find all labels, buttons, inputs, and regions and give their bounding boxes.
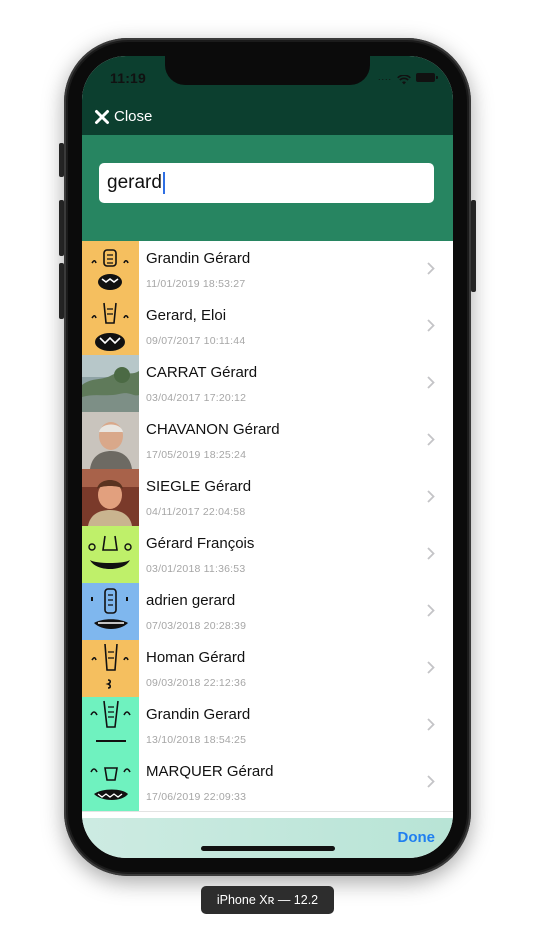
home-indicator: [201, 846, 335, 851]
row-date: 11/01/2019 18:53:27: [146, 278, 246, 290]
row-name: Gérard François: [146, 535, 255, 552]
avatar-image: [82, 697, 139, 754]
close-label: Close: [114, 108, 153, 125]
notch: [165, 56, 370, 85]
phone-screen: 11:19 .... Close gerard Grandin Gérard 1…: [82, 56, 453, 858]
row-name: CARRAT Gérard: [146, 364, 258, 381]
row-date: 07/03/2018 20:28:39: [146, 620, 247, 632]
search-area: gerard: [82, 135, 453, 241]
row-date: 13/10/2018 18:54:25: [146, 734, 247, 746]
chevron-right-icon: [427, 775, 435, 788]
search-input[interactable]: gerard: [99, 163, 434, 203]
power-button: [471, 200, 476, 292]
row-date: 03/01/2018 11:36:53: [146, 563, 246, 575]
row-name: CHAVANON Gérard: [146, 421, 280, 438]
list-item[interactable]: Gerard, Eloi 09/07/2017 10:11:44: [82, 298, 453, 356]
status-bar: 11:19 ....: [82, 56, 453, 100]
list-item[interactable]: Grandin Gerard 13/10/2018 18:54:25: [82, 697, 453, 755]
text-caret: [162, 172, 165, 194]
row-name: Grandin Gérard: [146, 250, 251, 267]
chevron-right-icon: [427, 433, 435, 446]
list-item[interactable]: SIEGLE Gérard 04/11/2017 22:04:58: [82, 469, 453, 527]
chevron-right-icon: [427, 718, 435, 731]
avatar-image: [82, 640, 139, 697]
nav-bar: Close: [82, 100, 453, 135]
list-item[interactable]: CHAVANON Gérard 17/05/2019 18:25:24: [82, 412, 453, 470]
row-date: 04/11/2017 22:04:58: [146, 506, 246, 518]
row-date: 17/06/2019 22:09:33: [146, 791, 247, 803]
row-name: Gerard, Eloi: [146, 307, 227, 324]
row-date: 17/05/2019 18:25:24: [146, 449, 247, 461]
avatar-photo: [82, 469, 139, 526]
row-date: 09/07/2017 10:11:44: [146, 335, 246, 347]
battery-icon: [416, 72, 438, 82]
chevron-right-icon: [427, 376, 435, 389]
row-name: MARQUER Gérard: [146, 763, 274, 780]
row-date: 09/03/2018 22:12:36: [146, 677, 247, 689]
row-name: SIEGLE Gérard: [146, 478, 252, 495]
bottom-toolbar: Done: [82, 818, 453, 858]
chevron-right-icon: [427, 547, 435, 560]
avatar-image: [82, 241, 139, 298]
avatar-image: [82, 526, 139, 583]
row-name: Homan Gérard: [146, 649, 246, 666]
close-button[interactable]: Close: [94, 108, 152, 125]
list-item[interactable]: Homan Gérard 09/03/2018 22:12:36: [82, 640, 453, 698]
avatar-image: [82, 298, 139, 355]
results-list: Grandin Gérard 11/01/2019 18:53:27 Gerar…: [82, 241, 453, 818]
wifi-icon: [397, 72, 411, 85]
row-date: 03/04/2017 17:20:12: [146, 392, 247, 404]
chevron-right-icon: [427, 262, 435, 275]
close-icon: [94, 109, 110, 125]
avatar-image: [82, 754, 139, 811]
list-item[interactable]: Grandin Gérard 11/01/2019 18:53:27: [82, 241, 453, 299]
row-name: Grandin Gerard: [146, 706, 251, 723]
chevron-right-icon: [427, 604, 435, 617]
chevron-right-icon: [427, 661, 435, 674]
list-item[interactable]: CARRAT Gérard 03/04/2017 17:20:12: [82, 355, 453, 413]
status-icons: ....: [377, 70, 438, 85]
avatar-photo: [82, 412, 139, 469]
signal-icon: ....: [377, 72, 392, 82]
list-item[interactable]: Gérard François 03/01/2018 11:36:53: [82, 526, 453, 584]
status-time: 11:19: [110, 70, 147, 86]
row-name: adrien gerard: [146, 592, 236, 609]
search-value: gerard: [107, 172, 162, 193]
list-item[interactable]: MARQUER Gérard 17/06/2019 22:09:33: [82, 754, 453, 812]
device-label: iPhone Xʀ — 12.2: [201, 886, 334, 914]
avatar-photo: [82, 355, 139, 412]
list-item[interactable]: adrien gerard 07/03/2018 20:28:39: [82, 583, 453, 641]
chevron-right-icon: [427, 490, 435, 503]
avatar-image: [82, 583, 139, 640]
chevron-right-icon: [427, 319, 435, 332]
done-button[interactable]: Done: [398, 829, 436, 846]
